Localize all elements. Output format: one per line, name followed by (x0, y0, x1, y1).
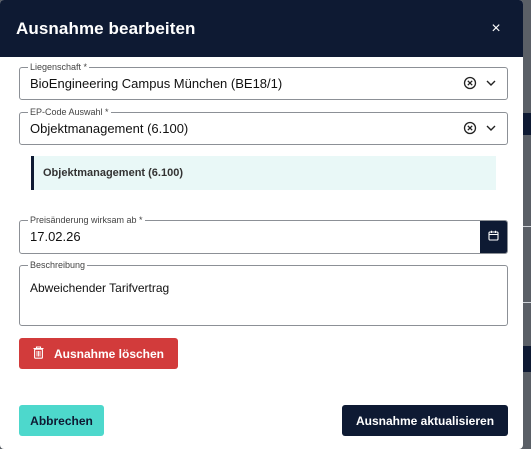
description-textarea[interactable]: Beschreibung Abweichender Tarifvertrag (19, 259, 508, 326)
ep-code-select[interactable]: EP-Code Auswahl * Objektmanagement (6.10… (19, 106, 508, 145)
chevron-down-icon[interactable] (485, 77, 497, 89)
backdrop-divider (523, 302, 531, 303)
clear-icon[interactable] (463, 121, 477, 135)
trash-icon (33, 345, 44, 362)
date-picker-button[interactable] (480, 221, 507, 253)
description-label: Beschreibung (28, 259, 88, 271)
dialog-title: Ausnahme bearbeiten (16, 18, 196, 38)
ep-code-value: Objektmanagement (6.100) (30, 121, 189, 136)
effective-date-value[interactable]: 17.02.26 (30, 229, 81, 244)
dialog-header: Ausnahme bearbeiten × (0, 0, 523, 57)
effective-date-label: Preisänderung wirksam ab * (28, 214, 145, 226)
calendar-icon (488, 228, 499, 246)
backdrop-divider (523, 226, 531, 227)
edit-exception-dialog: Ausnahme bearbeiten × Liegenschaft * Bio… (0, 0, 523, 449)
delete-exception-label: Ausnahme löschen (53, 346, 165, 361)
selected-ep-code-info: Objektmanagement (6.100) (31, 156, 496, 190)
backdrop-band (523, 346, 531, 372)
chevron-down-icon[interactable] (485, 122, 497, 134)
liegenschaft-select[interactable]: Liegenschaft * BioEngineering Campus Mün… (19, 61, 508, 100)
description-value: Abweichender Tarifvertrag (30, 281, 170, 295)
effective-date-field[interactable]: Preisänderung wirksam ab * 17.02.26 (19, 214, 508, 254)
close-icon: × (491, 20, 501, 37)
liegenschaft-value: BioEngineering Campus München (BE18/1) (30, 76, 283, 91)
delete-exception-button[interactable]: Ausnahme löschen (19, 338, 178, 369)
close-button[interactable]: × (485, 18, 507, 40)
liegenschaft-label: Liegenschaft * (28, 61, 90, 73)
backdrop-band (523, 113, 531, 135)
clear-icon[interactable] (463, 76, 477, 90)
update-exception-button[interactable]: Ausnahme aktualisieren (342, 405, 508, 436)
ep-code-label: EP-Code Auswahl * (28, 106, 111, 118)
cancel-button[interactable]: Abbrechen (19, 405, 104, 436)
